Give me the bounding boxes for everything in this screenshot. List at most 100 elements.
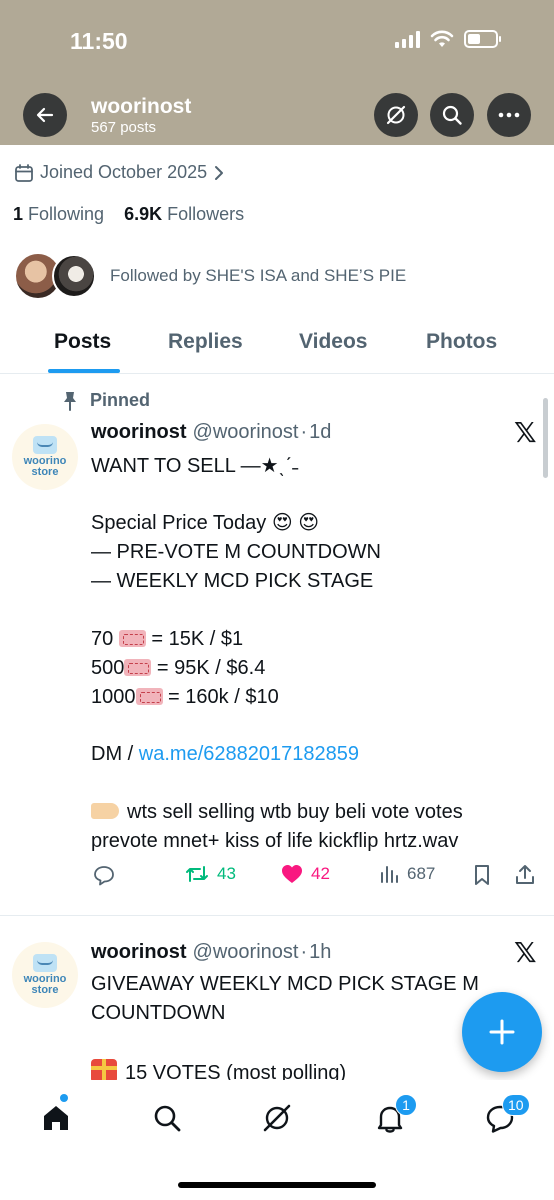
repost-icon bbox=[186, 866, 208, 882]
post-text-line: WANT TO SELL —★ˎˊ˗ bbox=[91, 455, 299, 477]
post-avatar[interactable]: woorino store bbox=[12, 424, 78, 490]
followers-link[interactable]: 6.9K Followers bbox=[124, 204, 244, 224]
chevron-right-icon bbox=[215, 165, 224, 180]
post-dot: · bbox=[300, 941, 308, 963]
reply-icon bbox=[94, 866, 114, 886]
store-box-icon bbox=[33, 436, 57, 454]
tab-replies[interactable]: Replies bbox=[168, 330, 243, 354]
views-count: 687 bbox=[407, 864, 436, 883]
grok-icon bbox=[263, 1104, 291, 1132]
post-avatar[interactable]: woorino store bbox=[12, 942, 78, 1008]
price-line: 70 = 15K / $1 bbox=[91, 627, 243, 651]
compose-button[interactable] bbox=[462, 992, 542, 1072]
followers-label: Followers bbox=[167, 204, 245, 224]
tags-line: wts sell selling wtb buy beli vote votes bbox=[91, 800, 463, 824]
followed-by[interactable]: Followed by SHE'S ISA and SHE’S PIE bbox=[14, 252, 406, 300]
ticket-icon bbox=[118, 630, 146, 647]
reply-button[interactable] bbox=[93, 864, 115, 886]
like-count: 42 bbox=[311, 864, 330, 883]
share-button[interactable] bbox=[515, 864, 535, 886]
more-icon bbox=[498, 112, 520, 118]
price-line: 1000 = 160k / $10 bbox=[91, 685, 279, 709]
more-button[interactable] bbox=[487, 93, 531, 137]
followed-by-text: Followed by SHE'S ISA and SHE’S PIE bbox=[110, 266, 407, 285]
label-tag-icon bbox=[91, 803, 119, 819]
tags-text: wts sell selling wtb buy beli vote votes bbox=[127, 801, 463, 823]
search-button[interactable] bbox=[430, 93, 474, 137]
nav-search[interactable] bbox=[147, 1098, 187, 1138]
nav-grok[interactable] bbox=[257, 1098, 297, 1138]
following-link[interactable]: 1 Following bbox=[13, 204, 104, 224]
post-text-line: Special Price Today 😍 😍 bbox=[91, 512, 320, 534]
tab-photos[interactable]: Photos bbox=[426, 330, 497, 354]
home-icon bbox=[44, 1106, 68, 1130]
whatsapp-link[interactable]: wa.me/62882017182859 bbox=[139, 743, 359, 765]
views-button[interactable]: 687 bbox=[379, 864, 435, 884]
plus-icon bbox=[489, 1019, 515, 1045]
like-button[interactable]: 42 bbox=[281, 864, 330, 884]
joined-text: Joined October 2025 bbox=[40, 162, 208, 182]
price-value: = 160k / $10 bbox=[162, 686, 279, 708]
post-header: woorinost @woorinost · 1h bbox=[91, 941, 331, 964]
home-indicator[interactable] bbox=[178, 1182, 376, 1188]
status-icons bbox=[395, 30, 501, 48]
follow-stats: 1 Following 6.9K Followers bbox=[13, 204, 244, 225]
views-icon bbox=[381, 866, 398, 883]
heart-filled-icon bbox=[282, 865, 302, 883]
price-qty: 70 bbox=[91, 628, 119, 650]
posts-count: 567 posts bbox=[91, 119, 157, 136]
home-new-dot bbox=[60, 1094, 68, 1102]
ticket-icon bbox=[124, 659, 152, 676]
post-dot: · bbox=[300, 421, 308, 443]
back-arrow-icon bbox=[36, 107, 54, 123]
follower-avatar-2 bbox=[52, 254, 96, 298]
post-author-name[interactable]: woorinost bbox=[91, 421, 187, 444]
bookmark-button[interactable] bbox=[473, 864, 491, 886]
calendar-icon bbox=[15, 163, 33, 182]
contact-line: DM / wa.me/62882017182859 bbox=[91, 742, 359, 766]
search-icon bbox=[442, 105, 462, 125]
x-logo-icon[interactable]: 𝕏 bbox=[514, 416, 537, 449]
following-count: 1 bbox=[13, 204, 24, 224]
price-value: = 15K / $1 bbox=[145, 628, 244, 650]
signal-icon bbox=[395, 30, 420, 48]
search-icon bbox=[154, 1105, 181, 1132]
repost-count: 43 bbox=[217, 864, 236, 883]
repost-button[interactable]: 43 bbox=[185, 864, 236, 884]
scrollbar[interactable] bbox=[543, 398, 548, 478]
post-text-line: — WEEKLY MCD PICK STAGE bbox=[91, 570, 374, 592]
grok-icon bbox=[386, 105, 406, 125]
back-button[interactable] bbox=[23, 93, 67, 137]
joined-date[interactable]: Joined October 2025 bbox=[14, 162, 225, 183]
tab-videos[interactable]: Videos bbox=[299, 330, 367, 354]
price-line: 500 = 95K / $6.4 bbox=[91, 656, 265, 680]
avatar-text-line2: store bbox=[31, 984, 59, 996]
post-author-handle[interactable]: @woorinost bbox=[193, 941, 299, 964]
post-text-line: prevote mnet+ kiss of life kickflip hrtz… bbox=[91, 830, 459, 852]
grok-button[interactable] bbox=[374, 93, 418, 137]
pin-icon bbox=[64, 391, 76, 411]
followers-count: 6.9K bbox=[124, 204, 163, 224]
share-icon bbox=[516, 865, 534, 884]
active-tab-indicator bbox=[48, 369, 120, 373]
post-actions: 43 42 687 bbox=[91, 864, 541, 890]
post-time[interactable]: 1h bbox=[309, 941, 331, 964]
tab-posts[interactable]: Posts bbox=[54, 330, 111, 354]
following-label: Following bbox=[28, 204, 105, 224]
post-text-line: GIVEAWAY WEEKLY MCD PICK STAGE M bbox=[91, 973, 479, 995]
status-time: 11:50 bbox=[70, 28, 128, 54]
post-author-handle[interactable]: @woorinost bbox=[193, 421, 299, 444]
price-qty: 1000 bbox=[91, 686, 136, 708]
nav-home[interactable] bbox=[36, 1098, 76, 1138]
post-author-name[interactable]: woorinost bbox=[91, 941, 187, 964]
x-logo-icon[interactable]: 𝕏 bbox=[514, 936, 537, 969]
post-header: woorinost @woorinost · 1d bbox=[91, 421, 331, 444]
messages-badge: 10 bbox=[502, 1094, 530, 1116]
price-qty: 500 bbox=[91, 657, 125, 679]
post-time[interactable]: 1d bbox=[309, 421, 331, 444]
pinned-indicator: Pinned bbox=[62, 390, 150, 411]
price-value: = 95K / $6.4 bbox=[151, 657, 266, 679]
bookmark-icon bbox=[475, 865, 489, 885]
pinned-label: Pinned bbox=[90, 390, 151, 410]
dm-label: DM / bbox=[91, 743, 139, 765]
